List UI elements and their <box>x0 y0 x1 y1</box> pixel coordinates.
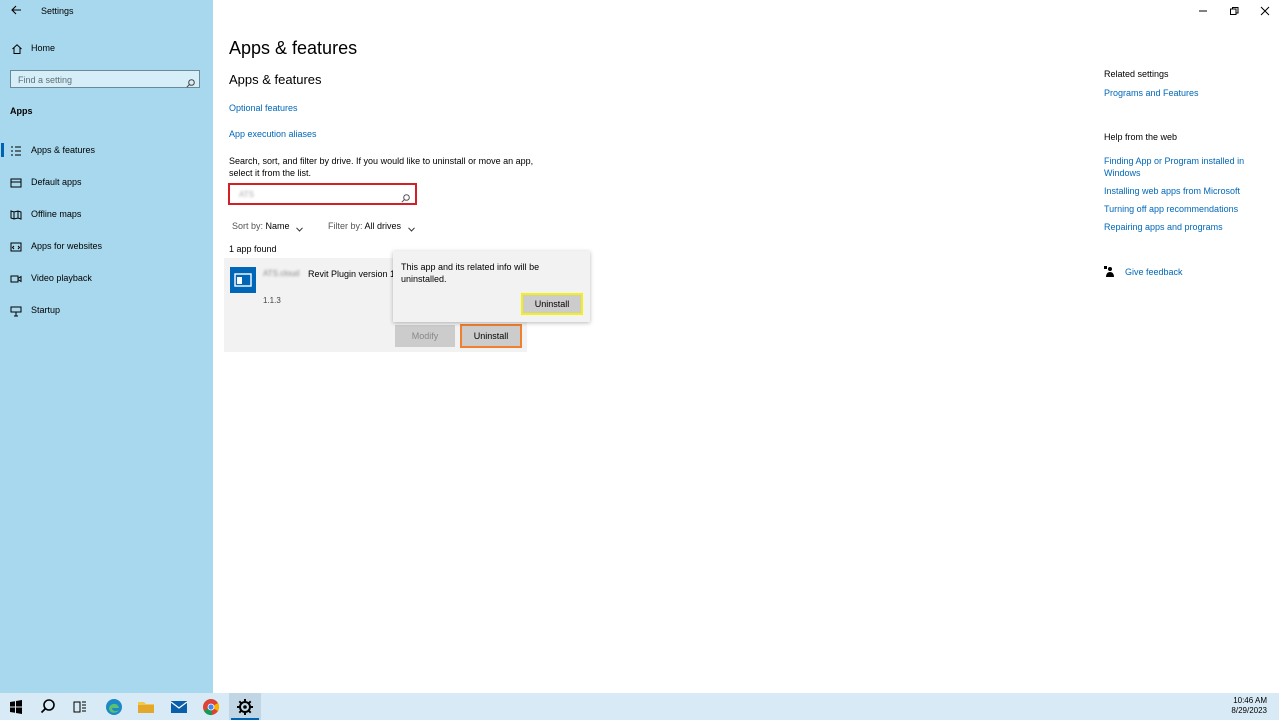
chrome-icon[interactable] <box>201 697 221 717</box>
minimize-icon[interactable] <box>1196 4 1210 18</box>
find-setting-search[interactable] <box>10 70 200 88</box>
home-icon <box>11 42 23 54</box>
clock-date: 8/29/2023 <box>1231 706 1267 715</box>
filter-by-label: Filter by: <box>328 221 363 231</box>
sort-by-value: Name <box>265 221 290 231</box>
uninstall-button[interactable]: Uninstall <box>460 324 522 348</box>
chevron-down-icon <box>296 224 303 232</box>
settings-icon[interactable] <box>235 697 255 717</box>
give-feedback-link[interactable]: Give feedback <box>1125 266 1279 278</box>
app-publisher: ATS.cloud <box>263 269 300 278</box>
start-icon[interactable] <box>6 697 26 717</box>
search-description: Search, sort, and filter by drive. If yo… <box>229 156 534 178</box>
restore-icon[interactable] <box>1227 4 1241 18</box>
filter-by-value: All drives <box>364 221 402 231</box>
section-title: Apps & features <box>229 72 322 87</box>
uninstall-confirm-flyout: This app and its related info will be un… <box>393 251 590 322</box>
help-link-finding-app[interactable]: Finding App or Program installed in Wind… <box>1104 155 1264 179</box>
help-link-repairing-apps[interactable]: Repairing apps and programs <box>1104 221 1264 233</box>
help-heading: Help from the web <box>1104 132 1178 142</box>
app-search-value[interactable]: ATS <box>239 190 254 199</box>
sidebar-item-label: Offline maps <box>31 209 82 219</box>
window-title: Settings <box>41 6 74 16</box>
sidebar-item-home[interactable]: Home <box>0 40 213 57</box>
sidebar-item-default-apps[interactable]: Default apps <box>0 171 213 193</box>
app-execution-aliases-link[interactable]: App execution aliases <box>229 129 317 139</box>
edge-icon[interactable] <box>104 697 124 717</box>
search-icon[interactable] <box>38 697 58 717</box>
system-clock[interactable]: 10:46 AM 8/29/2023 <box>1231 696 1267 716</box>
app-search-box[interactable]: ATS <box>228 183 417 205</box>
uninstall-confirm-message: This app and its related info will be un… <box>401 262 540 284</box>
app-version: 1.1.3 <box>263 296 281 305</box>
search-icon <box>401 190 410 203</box>
mail-icon[interactable] <box>169 697 189 717</box>
taskbar: 10:46 AM 8/29/2023 <box>0 693 1279 720</box>
app-window-icon <box>230 267 256 293</box>
sidebar-item-apps-features[interactable]: Apps & features <box>0 139 213 161</box>
sidebar-item-label: Startup <box>31 305 61 315</box>
sidebar-item-label: Home <box>31 43 56 53</box>
default-apps-icon <box>10 176 22 188</box>
chevron-down-icon <box>407 224 415 232</box>
website-icon <box>10 240 22 252</box>
sidebar-item-label: Video playback <box>31 273 92 283</box>
modify-button[interactable]: Modify <box>395 325 455 347</box>
sidebar-item-label: Apps for websites <box>31 241 103 251</box>
find-setting-input[interactable] <box>18 74 178 85</box>
help-link-installing-web-apps[interactable]: Installing web apps from Microsoft <box>1104 185 1264 197</box>
list-icon <box>10 144 22 156</box>
page-title: Apps & features <box>229 38 358 58</box>
sidebar: Settings Home Apps Apps & features Defau… <box>0 0 213 693</box>
task-view-icon[interactable] <box>70 697 90 717</box>
help-link-turning-off-recommendations[interactable]: Turning off app recommendations <box>1104 203 1264 215</box>
back-arrow-icon[interactable] <box>8 4 24 18</box>
map-icon <box>10 208 22 220</box>
file-explorer-icon[interactable] <box>136 697 156 717</box>
sort-by-dropdown[interactable]: Sort by: Name <box>232 221 303 232</box>
programs-and-features-link[interactable]: Programs and Features <box>1104 87 1264 99</box>
startup-icon <box>10 304 22 317</box>
sidebar-item-offline-maps[interactable]: Offline maps <box>0 203 213 225</box>
search-icon[interactable] <box>186 75 195 88</box>
clock-time: 10:46 AM <box>1233 696 1267 705</box>
sidebar-item-startup[interactable]: Startup <box>0 299 213 321</box>
sidebar-item-apps-for-websites[interactable]: Apps for websites <box>0 235 213 257</box>
sidebar-item-video-playback[interactable]: Video playback <box>0 267 213 289</box>
close-icon[interactable] <box>1258 4 1272 18</box>
video-icon <box>10 272 22 284</box>
related-settings-heading: Related settings <box>1104 69 1169 79</box>
optional-features-link[interactable]: Optional features <box>229 103 298 113</box>
section-heading-apps: Apps <box>10 106 33 116</box>
apps-found-count: 1 app found <box>229 244 277 254</box>
confirm-uninstall-button[interactable]: Uninstall <box>521 293 583 315</box>
filter-by-dropdown[interactable]: Filter by: All drives <box>328 221 415 232</box>
sidebar-item-label: Default apps <box>31 177 82 187</box>
sort-by-label: Sort by: <box>232 221 264 231</box>
sidebar-item-label: Apps & features <box>31 145 96 155</box>
feedback-icon <box>1104 265 1116 277</box>
